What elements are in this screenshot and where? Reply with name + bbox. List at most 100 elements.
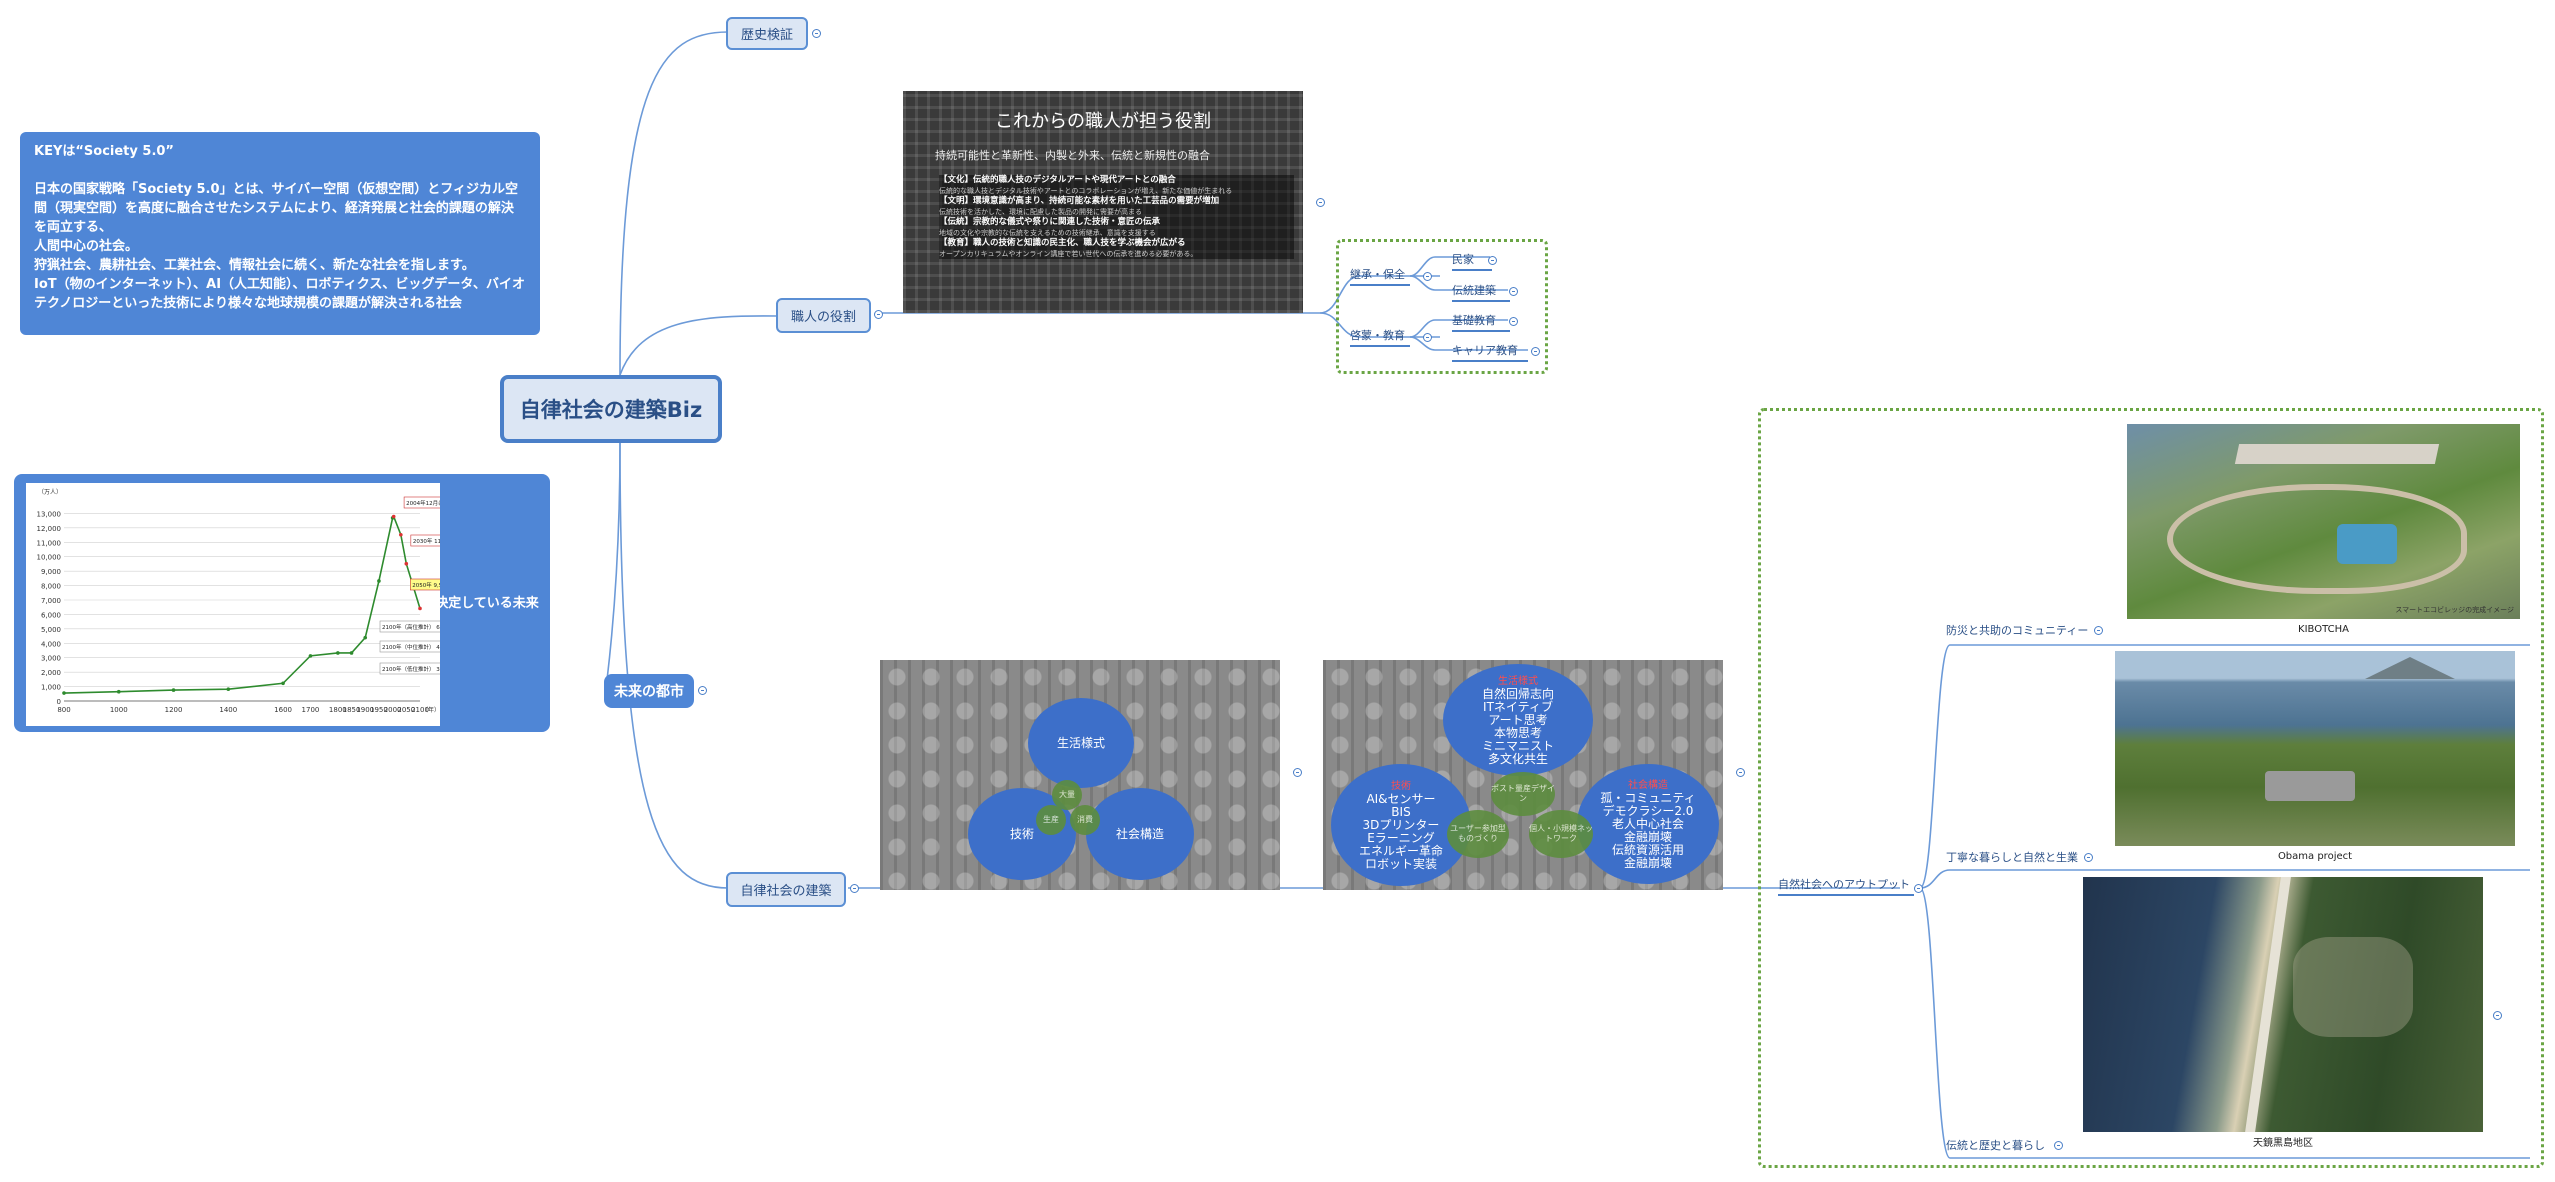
y-tick-label: 1,000 xyxy=(41,684,61,692)
population-point xyxy=(349,651,354,655)
population-point xyxy=(399,532,403,537)
central-topic[interactable]: 自律社会の建築Biz xyxy=(500,375,722,443)
collapse-educate-icon[interactable] xyxy=(1423,333,1432,342)
y-tick-label: 7,000 xyxy=(41,597,61,605)
venn2-inner-top: ポスト量産デザイン xyxy=(1491,772,1555,816)
kibotcha-caption: スマートエコビレッジの完成イメージ xyxy=(2395,606,2514,614)
expand-future-city-icon[interactable] xyxy=(698,686,707,695)
venn2-right-line-1: 孤・コミュニティ xyxy=(1600,790,1696,805)
population-chart-svg: 0 1,000 2,000 3,000 4,000 5,000 6,000 7,000 8,00… xyxy=(37,489,493,714)
x-tick-label: 1200 xyxy=(165,706,183,714)
topic-future-city[interactable]: 未来の都市 xyxy=(604,674,694,708)
collapse-venn1-icon[interactable] xyxy=(1293,768,1302,777)
venn2-inner-right: 個人・小規模ネットワーク xyxy=(1529,810,1593,858)
collapse-venn2-icon[interactable] xyxy=(1736,768,1745,777)
population-point xyxy=(418,606,422,611)
expand-history-icon[interactable] xyxy=(812,29,821,38)
y-tick-label: 3,000 xyxy=(41,655,61,663)
expand-traditional-arch-icon[interactable] xyxy=(1509,287,1518,296)
branch-career-education[interactable]: キャリア教育 xyxy=(1452,342,1528,362)
key-society-note: KEYは“Society 5.0” 日本の国家戦略「Society 5.0」とは… xyxy=(20,132,540,335)
venn2-top-line-6: 多文化共生 xyxy=(1487,751,1548,766)
output-community[interactable]: 防災と共助のコミュニティー xyxy=(1946,622,2096,640)
venn2-social-title: 社会構造 xyxy=(1628,779,1668,791)
population-point xyxy=(391,514,396,519)
craft-item-3-head: 【伝統】宗教的な儀式や祭りに関連した技術・意匠の伝承 xyxy=(939,217,1161,227)
y-tick-label: 8,000 xyxy=(41,583,61,591)
tenkyo-aerial-photo xyxy=(2083,877,2483,1132)
venn2-right-line-3: 老人中心社会 xyxy=(1611,816,1684,831)
y-tick-label: 6,000 xyxy=(41,611,61,619)
topic-autonomous-architecture[interactable]: 自律社会の建築 xyxy=(726,872,846,907)
craft-item-4-head: 【教育】職人の技術と知識の民主化、職人技を学ぶ機会が広がる xyxy=(939,238,1186,248)
collapse-tradition-life-icon[interactable] xyxy=(2054,1141,2063,1150)
output-nature-life[interactable]: 丁寧な暮らしと自然と生業 xyxy=(1946,849,2096,867)
kibotcha-photo: スマートエコビレッジの完成イメージ xyxy=(2127,424,2520,619)
tenkyo-coast-road xyxy=(2245,877,2291,1132)
x-tick-label: 1700 xyxy=(302,706,320,714)
tenkyo-label: 天鏡黒島地区 xyxy=(2253,1138,2313,1149)
venn2-lifestyle: 生活様式 自然回帰志向 ITネイティブ アート思考 本物思考 ミニマニスト 多文… xyxy=(1443,664,1593,776)
population-point xyxy=(116,689,121,694)
note-line-2: 人間中心の社会。 xyxy=(34,239,139,254)
collapse-craft-image-icon[interactable] xyxy=(1316,198,1325,207)
collapse-inherit-icon[interactable] xyxy=(1423,272,1432,281)
x-tick-label: 1400 xyxy=(219,706,237,714)
x-axis-label: （年） xyxy=(422,706,440,714)
venn2-right-line-6: 金融崩壊 xyxy=(1623,855,1672,870)
population-point xyxy=(336,651,340,655)
population-point xyxy=(308,654,313,658)
venn2-top-line-1: 自然回帰志向 xyxy=(1481,686,1554,701)
venn1-lifestyle: 生活様式 xyxy=(1028,698,1134,788)
branch-educate[interactable]: 啓蒙・教育 xyxy=(1350,327,1410,347)
population-point xyxy=(62,691,66,695)
population-line xyxy=(63,514,421,694)
population-point xyxy=(281,681,285,686)
y-tick-label: 4,000 xyxy=(41,640,61,648)
venn2-social-structure: 社会構造 孤・コミュニティ デモクラシー2.0 老人中心社会 金融崩壊 伝統資源… xyxy=(1577,764,1719,884)
note-line-1: 日本の国家戦略「Society 5.0」とは、サイバー空間（仮想空間）とフィジカ… xyxy=(34,182,518,235)
x-tick-label: 1600 xyxy=(274,706,292,714)
topic-craftsman-role[interactable]: 職人の役割 xyxy=(776,298,871,333)
craft-item-4-body: オープンカリキュラムやオンライン講座で若い世代への伝承を進める必要がある。 xyxy=(939,249,1198,258)
venn2-top-line-5: ミニマニスト xyxy=(1481,738,1554,753)
note-title: KEYは“Society 5.0” xyxy=(34,144,174,159)
collapse-community-icon[interactable] xyxy=(2094,626,2103,635)
collapse-craftsman-icon[interactable] xyxy=(874,310,883,319)
venn-diagram-basic: 生活様式 技術 社会構造 大量 生産 消費 xyxy=(880,660,1280,890)
venn2-left-line-6: ロボット実装 xyxy=(1364,856,1437,871)
venn2-top-line-4: 本物思考 xyxy=(1493,725,1542,740)
population-point xyxy=(226,687,231,691)
branch-inherit[interactable]: 継承・保全 xyxy=(1350,266,1410,286)
topic-history[interactable]: 歴史検証 xyxy=(726,17,808,50)
collapse-autonomous-icon[interactable] xyxy=(850,884,859,893)
population-card: 0 1,000 2,000 3,000 4,000 5,000 6,000 7,000 8,00… xyxy=(14,474,550,732)
venn2-right-line-4: 金融崩壊 xyxy=(1623,829,1672,844)
kibotcha-pond xyxy=(2337,524,2397,564)
output-tradition-life[interactable]: 伝統と歴史と暮らし xyxy=(1946,1137,2066,1155)
expand-private-house-icon[interactable] xyxy=(1488,256,1497,265)
output-root[interactable]: 自然社会へのアウトプット xyxy=(1778,876,1914,896)
obama-label: Obama project xyxy=(2277,851,2353,862)
venn2-lifestyle-title: 生活様式 xyxy=(1498,675,1538,687)
y-tick-label: 9,000 xyxy=(41,568,61,576)
craft-item-1-body: 伝統的な職人技とデジタル技術やアートとのコラボレーションが増え、新たな価値が生ま… xyxy=(939,186,1233,195)
collapse-nature-life-icon[interactable] xyxy=(2084,853,2093,862)
branch-traditional-architecture[interactable]: 伝統建築 xyxy=(1452,282,1510,302)
expand-basic-edu-icon[interactable] xyxy=(1509,317,1518,326)
craft-item-3-body: 地域の文化や宗教的な伝統を支えるための技術継承、意識を支援する xyxy=(939,228,1156,237)
venn2-left-line-5: エネルギー革命 xyxy=(1358,843,1443,858)
branch-basic-education[interactable]: 基礎教育 xyxy=(1452,312,1510,332)
annotation-label: 2100年（高位推計） 6,407万人 xyxy=(382,623,440,631)
venn2-right-line-2: デモクラシー2.0 xyxy=(1602,803,1694,818)
expand-tenkyo-icon[interactable] xyxy=(2493,1011,2502,1020)
population-point xyxy=(377,579,381,583)
population-chart: 0 1,000 2,000 3,000 4,000 5,000 6,000 7,000 8,00… xyxy=(26,483,493,726)
y-tick-label: 5,000 xyxy=(41,626,61,634)
expand-career-edu-icon[interactable] xyxy=(1531,347,1540,356)
venn1-inner-consumption: 消費 xyxy=(1070,805,1100,835)
y-tick-label: 13,000 xyxy=(37,510,62,518)
branch-private-house[interactable]: 民家 xyxy=(1452,251,1492,271)
venn1-social-structure: 社会構造 xyxy=(1086,788,1194,880)
collapse-output-root-icon[interactable] xyxy=(1914,884,1923,893)
